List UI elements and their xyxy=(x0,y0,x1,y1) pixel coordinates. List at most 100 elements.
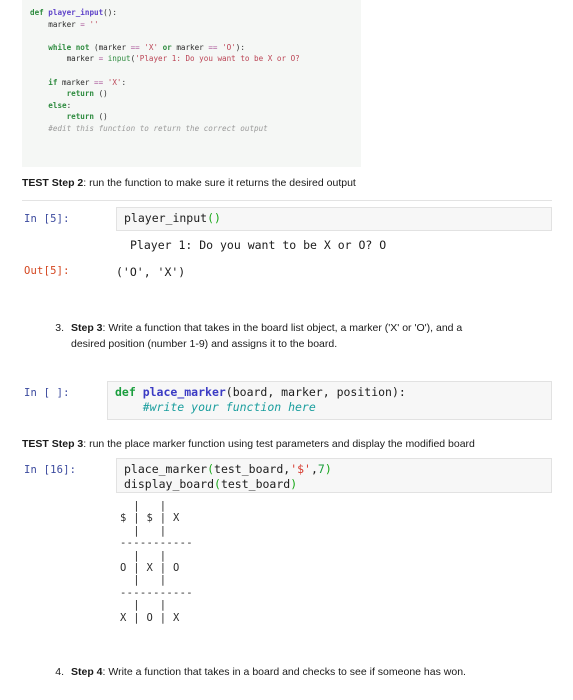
board-row: $ | $ | X xyxy=(120,512,180,525)
code-token: 7 xyxy=(317,462,325,476)
step-3-text-line-1: : Write a function that takes in the boa… xyxy=(102,322,463,334)
code-token: #write your function here xyxy=(115,400,316,414)
code-line: #edit this function to return the correc… xyxy=(30,123,361,135)
out-prompt-5: Out[5]: xyxy=(24,265,70,277)
code-line: return () xyxy=(30,88,361,100)
board-row: | | xyxy=(120,524,167,537)
test-step-3-paragraph: TEST Step 3: run the place marker functi… xyxy=(22,437,562,452)
board-row: | | xyxy=(120,549,167,562)
code-token: ): xyxy=(235,42,245,52)
code-token: return xyxy=(66,112,99,122)
code-token: '$' xyxy=(290,462,311,476)
step-4-label: Step 4 xyxy=(71,666,103,678)
test-step-2-label: TEST Step 2 xyxy=(22,177,84,189)
code-token: def xyxy=(30,8,49,17)
out-value-5: ('O', 'X') xyxy=(116,265,186,279)
code-line: def place_marker(board, marker, position… xyxy=(115,385,551,400)
board-row: O | X | O xyxy=(120,562,180,575)
step-3-body: Step 3: Write a function that takes in t… xyxy=(71,320,544,336)
code-token: () xyxy=(98,112,108,122)
board-row: | | xyxy=(120,599,167,612)
board-row: ----------- xyxy=(120,586,193,599)
code-token: 'X' xyxy=(144,42,163,52)
code-input-place-marker-def[interactable]: def place_marker(board, marker, position… xyxy=(107,381,552,420)
code-token: 'O' xyxy=(222,42,236,52)
code-token: : xyxy=(121,77,127,87)
step-3-number: 3. xyxy=(55,322,64,334)
code-line: place_marker(test_board,'$',7) xyxy=(124,462,551,477)
code-token: ) xyxy=(324,462,332,476)
code-token: 'X' xyxy=(107,77,122,87)
code-token: = xyxy=(98,54,108,64)
board-output-text: | | $ | $ | X | | ----------- | | O | X | O… xyxy=(120,500,193,624)
in-prompt-5[interactable]: In [5]: xyxy=(24,213,70,225)
player-input-code-snippet: def player_input(): marker = '' while no… xyxy=(22,0,361,167)
test-step-2-text: : run the function to make sure it retur… xyxy=(83,177,356,189)
code-token: () xyxy=(98,89,108,99)
code-line: #write your function here xyxy=(115,400,551,415)
code-token: else xyxy=(48,100,67,110)
step-3-label: Step 3 xyxy=(71,322,103,334)
code-line: marker = input('Player 1: Do you want to… xyxy=(30,53,361,65)
code-token: marker xyxy=(176,42,209,52)
code-token: == xyxy=(208,42,223,52)
code-input-place-marker-call[interactable]: place_marker(test_board,'$',7) display_bo… xyxy=(116,458,552,493)
in-prompt-16[interactable]: In [16]: xyxy=(24,464,76,476)
code-input-player-input[interactable]: player_input() xyxy=(116,207,552,231)
step-4-list-item: 4. Step 4: Write a function that takes i… xyxy=(44,664,544,680)
code-token: player_input xyxy=(48,8,104,17)
code-token: ) xyxy=(290,477,298,491)
code-token: player_input xyxy=(124,211,208,225)
code-line: marker = '' xyxy=(30,19,361,31)
code-line: player_input() xyxy=(124,211,551,226)
code-token: , xyxy=(310,462,318,476)
code-token: input xyxy=(107,54,131,64)
step-4-text: : Write a function that takes in a board… xyxy=(102,666,466,678)
code-token: (): xyxy=(103,8,117,17)
board-row: X | O | X xyxy=(120,611,180,624)
step-4-body: Step 4: Write a function that takes in a… xyxy=(71,664,544,680)
code-token: return xyxy=(66,89,99,99)
test-step-3-text: : run the place marker function using te… xyxy=(83,438,475,450)
code-token: if xyxy=(48,77,63,87)
code-token: test_board xyxy=(220,477,291,491)
code-token: #edit this function to return the correc… xyxy=(30,123,268,133)
in-prompt-blank[interactable]: In [ ]: xyxy=(24,387,70,399)
code-token: or xyxy=(162,42,177,52)
code-token: == xyxy=(130,42,145,52)
step-3-text-line-2: desired position (number 1-9) and assign… xyxy=(71,338,338,350)
board-row: | | xyxy=(120,500,167,512)
code-line: while not (marker == 'X' or marker == 'O… xyxy=(30,42,361,54)
code-token: ( xyxy=(207,462,215,476)
board-row: | | xyxy=(120,574,167,587)
code-token: 'Player 1: Do you want to be X or O? xyxy=(135,54,300,64)
code-token: def xyxy=(115,385,143,399)
code-token: : xyxy=(66,100,72,110)
board-row: ----------- xyxy=(120,537,193,550)
stdout-player-input: Player 1: Do you want to be X or O? O xyxy=(130,238,387,252)
code-line: else: xyxy=(30,100,361,112)
cell-divider xyxy=(22,200,552,201)
test-step-3-label: TEST Step 3 xyxy=(22,438,84,450)
code-token: while not xyxy=(48,42,95,52)
test-step-2-paragraph: TEST Step 2: run the function to make su… xyxy=(22,176,552,191)
code-token: ( xyxy=(214,477,221,491)
code-token: place_marker xyxy=(124,462,208,476)
code-token: display_board xyxy=(124,477,215,491)
code-token: marker xyxy=(62,77,95,87)
code-token: marker xyxy=(30,19,81,29)
code-line: return () xyxy=(30,111,361,123)
code-line: display_board(test_board) xyxy=(124,477,551,492)
step-3-list-item: 3. Step 3: Write a function that takes i… xyxy=(44,320,544,352)
code-line: if marker == 'X': xyxy=(30,77,361,89)
code-token: == xyxy=(94,77,108,87)
code-token: marker xyxy=(30,54,99,64)
code-token: '' xyxy=(89,19,99,29)
